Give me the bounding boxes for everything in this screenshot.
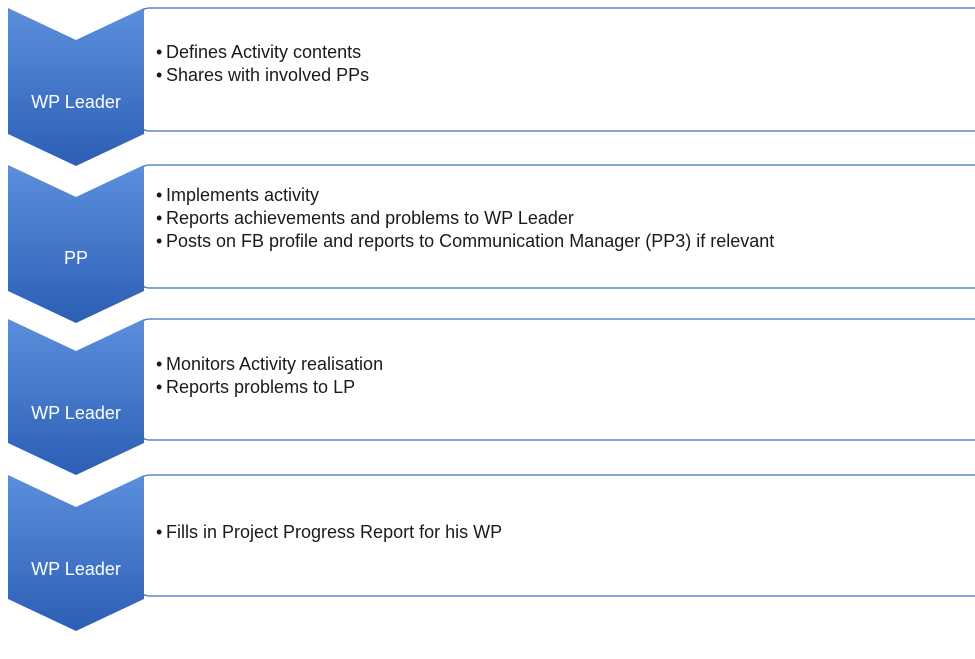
step-4-bullets: Fills in Project Progress Report for his… [156, 521, 502, 544]
bullet-item: Shares with involved PPs [156, 64, 369, 87]
step-1-bullets: Defines Activity contents Shares with in… [156, 41, 369, 87]
step-4-chevron [8, 475, 144, 631]
bullet-item: Fills in Project Progress Report for his… [156, 521, 502, 544]
step-2-role-label: PP [64, 248, 88, 268]
step-3-bullets: Monitors Activity realisation Reports pr… [156, 353, 383, 399]
process-flow-diagram: WP Leader PP WP Leader WP Leader [8, 7, 975, 631]
step-4-role-label: WP Leader [31, 559, 121, 579]
bullet-item: Posts on FB profile and reports to Commu… [156, 230, 774, 253]
bullet-item: Implements activity [156, 184, 774, 207]
bullet-item: Monitors Activity realisation [156, 353, 383, 376]
step-1-chevron [8, 8, 144, 166]
bullet-item: Reports achievements and problems to WP … [156, 207, 774, 230]
step-3-chevron [8, 319, 144, 475]
bullet-item: Defines Activity contents [156, 41, 369, 64]
step-1-role-label: WP Leader [31, 92, 121, 112]
step-2-bullets: Implements activity Reports achievements… [156, 184, 774, 253]
step-3-role-label: WP Leader [31, 403, 121, 423]
bullet-item: Reports problems to LP [156, 376, 383, 399]
step-2-chevron [8, 165, 144, 323]
